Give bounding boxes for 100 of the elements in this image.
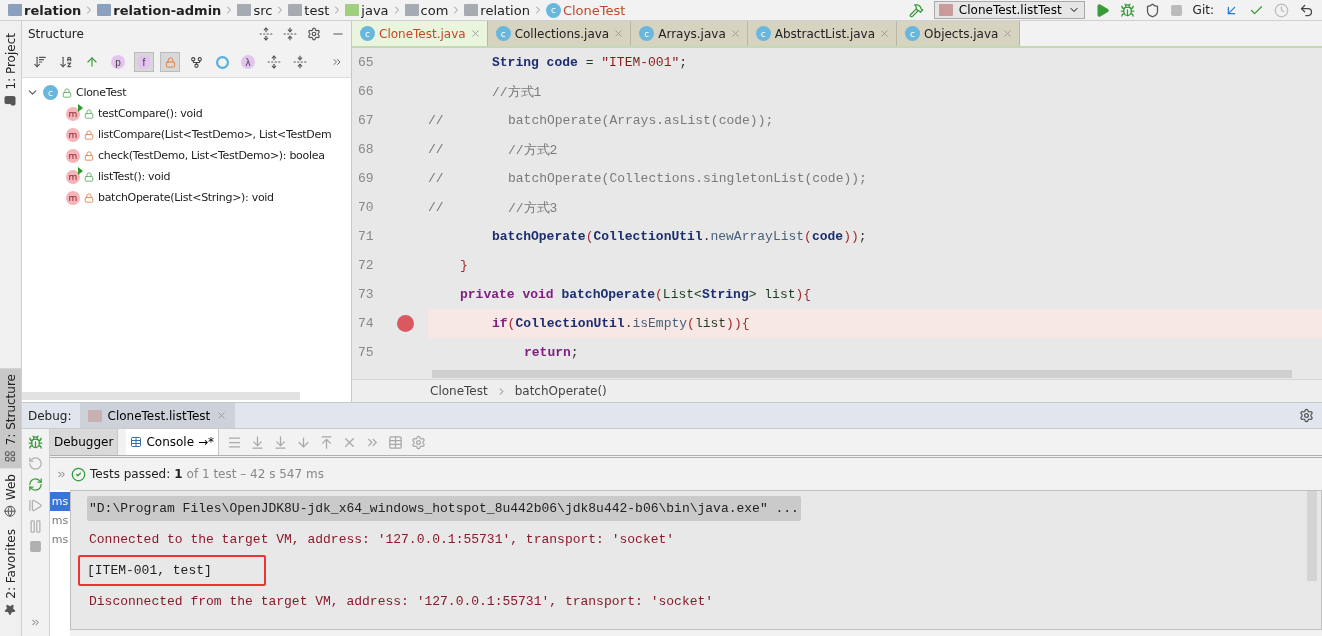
tool-window-tab[interactable]: 2: Favorites <box>0 523 21 622</box>
undo-icon[interactable] <box>1299 2 1314 18</box>
method-icon: m <box>66 106 80 121</box>
panel-title: Structure <box>28 27 85 41</box>
breadcrumb-item[interactable]: test <box>304 2 330 18</box>
close-icon[interactable] <box>469 28 481 39</box>
tree-item[interactable]: CloneTest <box>76 86 127 99</box>
line-number: 69 <box>357 171 375 186</box>
coverage-icon[interactable] <box>1144 2 1160 18</box>
close-icon[interactable] <box>729 28 741 39</box>
editor-tab[interactable]: c CloneTest.java <box>352 21 488 46</box>
hammer-icon[interactable] <box>908 2 924 18</box>
class-icon: c <box>545 2 561 18</box>
editor-tab[interactable]: c Collections.java <box>487 21 632 46</box>
more-icon[interactable] <box>331 56 343 68</box>
run-config-dropdown[interactable]: CloneTest.listTest <box>933 1 1085 19</box>
folder-icon <box>237 4 252 16</box>
tree-item[interactable]: listCompare(List<TestDemo>, List<TestDem <box>98 128 332 141</box>
settings-icon[interactable] <box>307 27 321 41</box>
tool-window-tab[interactable]: 1: Project <box>0 27 21 113</box>
run-icon[interactable] <box>1094 2 1110 18</box>
tool-window-tab[interactable]: Web <box>0 468 21 524</box>
console-line: Disconnected from the target VM, address: '127.0.0.1:55731', transport: 'socket' <box>88 593 715 611</box>
breadcrumb-item[interactable]: java <box>361 2 389 18</box>
structure-icon <box>4 450 17 463</box>
console-icon <box>130 436 143 448</box>
close-icon[interactable] <box>1002 28 1014 39</box>
collapse-all-icon[interactable] <box>283 27 297 41</box>
ring-icon <box>215 55 229 69</box>
breadcrumb-item[interactable]: CloneTest <box>430 384 488 398</box>
breadcrumb-item[interactable]: com <box>420 2 449 18</box>
class-icon: c <box>495 26 511 41</box>
settings-icon[interactable] <box>1299 408 1314 423</box>
class-icon: c <box>755 26 771 41</box>
lock-icon <box>164 56 176 68</box>
test-config-icon <box>87 409 102 422</box>
test-config-icon <box>938 4 953 16</box>
menu-icon[interactable] <box>227 434 243 450</box>
sort-icon <box>33 55 47 69</box>
bug-icon[interactable] <box>28 435 43 450</box>
panel-title: Debug: <box>28 408 72 423</box>
git-label: Git: <box>1192 3 1214 17</box>
table-icon[interactable] <box>388 434 404 450</box>
tab[interactable]: Debugger <box>50 429 119 455</box>
session-tab[interactable]: CloneTest.listTest <box>79 403 236 428</box>
test-time[interactable]: ms <box>50 492 70 511</box>
globe-icon <box>4 505 17 518</box>
code-line: batchOperate(CollectionUtil.newArrayList(code)); <box>491 228 868 246</box>
expand-all-icon[interactable] <box>259 27 273 41</box>
breadcrumb-item[interactable]: relation <box>480 2 530 18</box>
reload-icon[interactable] <box>28 477 43 492</box>
fork-icon <box>189 55 203 69</box>
breadcrumb-item[interactable]: CloneTest <box>562 2 626 18</box>
expand-all-icon <box>267 55 281 69</box>
editor-tab[interactable]: c Objects.java <box>897 21 1021 46</box>
history-icon[interactable] <box>1274 2 1289 18</box>
class-icon: c <box>639 26 655 41</box>
breakpoint-icon[interactable] <box>396 315 414 332</box>
stop-icon[interactable] <box>1169 3 1183 17</box>
tree-item[interactable]: batchOperate(List<String>): void <box>98 191 274 204</box>
test-time[interactable]: ms <box>50 511 70 530</box>
status-detail: of 1 test – 42 s 547 ms <box>186 467 324 481</box>
tab[interactable]: Console →* <box>126 429 220 455</box>
code-line: String code = "ITEM-001"; <box>491 54 689 72</box>
check-icon <box>71 466 86 482</box>
folder-icon <box>345 4 360 16</box>
code-line: // //方式3 <box>428 199 559 218</box>
toolbar-toggle[interactable] <box>160 52 180 72</box>
breadcrumb-item[interactable]: relation-admin <box>113 2 222 18</box>
editor-tab[interactable]: c AbstractList.java <box>747 21 898 46</box>
test-time[interactable]: ms <box>50 530 70 549</box>
folder-icon <box>288 4 303 16</box>
scrollbar[interactable] <box>1307 491 1317 581</box>
close-icon[interactable] <box>216 410 228 421</box>
scrollbar[interactable] <box>432 370 1292 378</box>
close-icon[interactable] <box>613 28 625 39</box>
breadcrumb-item[interactable]: relation <box>24 2 82 18</box>
line-number: 73 <box>357 287 375 302</box>
console-line: Connected to the target VM, address: '127.0.0.1:55731', transport: 'socket' <box>88 531 676 549</box>
tool-window-tab[interactable]: 7: Structure <box>0 367 21 469</box>
breadcrumb-item[interactable]: src <box>253 2 273 18</box>
code-line: return; <box>523 344 580 362</box>
bug-icon[interactable] <box>1119 2 1135 18</box>
close-icon[interactable] <box>879 28 891 39</box>
tree-item[interactable]: listTest(): void <box>98 170 171 183</box>
tree-item[interactable]: testCompare(): void <box>98 107 203 120</box>
code-line: // batchOperate(Collections.singletonList(code)); <box>428 170 868 188</box>
package-icon <box>404 4 419 16</box>
scrollbar[interactable] <box>22 392 300 400</box>
star-icon <box>4 604 17 616</box>
line-number: 72 <box>357 258 375 273</box>
code-line: // //方式2 <box>428 141 559 160</box>
arrow-down-icon[interactable] <box>296 434 312 450</box>
more-icon[interactable] <box>30 617 41 628</box>
line-number: 75 <box>357 345 375 360</box>
editor-tab[interactable]: c Arrays.java <box>631 21 748 46</box>
line-number: 71 <box>357 229 375 244</box>
breadcrumb-item[interactable]: batchOperate() <box>514 384 607 398</box>
line-number: 66 <box>357 84 375 99</box>
tree-item[interactable]: check(TestDemo, List<TestDemo>): boolea <box>98 149 325 162</box>
